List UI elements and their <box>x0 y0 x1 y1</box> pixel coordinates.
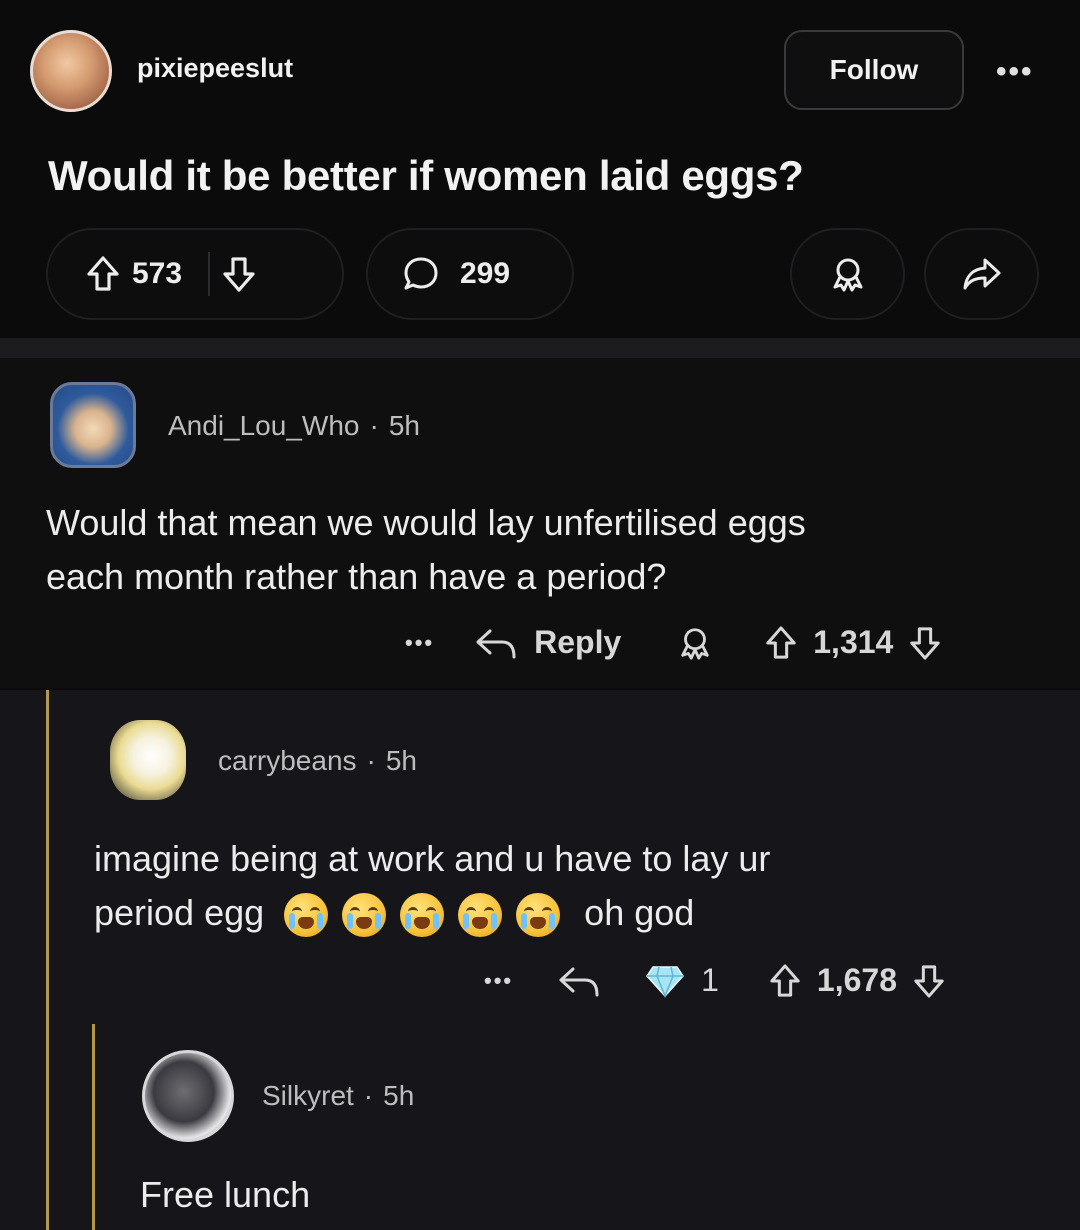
comments-button[interactable]: 299 <box>366 228 574 320</box>
vote-separator <box>208 252 211 296</box>
comment-score: 1,314 <box>813 624 894 660</box>
post-author-username[interactable]: pixiepeeslut <box>137 53 293 84</box>
comment-body: imagine being at work and u have to lay … <box>94 832 770 940</box>
comment-meta: Silkyret · 5h <box>262 1080 415 1111</box>
share-icon <box>962 256 1002 292</box>
crying-emoji-icon <box>284 893 329 938</box>
comment-bubble-icon <box>402 255 440 293</box>
comment-age: 5h <box>385 745 417 776</box>
post-score: 573 <box>132 257 183 290</box>
reply-arrow-icon[interactable] <box>474 625 518 661</box>
comment-meta: Andi_Lou_Who · 5h <box>168 410 420 441</box>
downvote-icon[interactable] <box>909 625 941 661</box>
comment-author-username[interactable]: carrybeans <box>218 745 357 776</box>
crying-emoji-icon <box>458 893 503 938</box>
post-more-options-icon[interactable]: ••• <box>996 55 1034 89</box>
crying-emoji-icon <box>342 893 387 938</box>
award-icon <box>829 255 867 293</box>
thread-line <box>92 1024 95 1230</box>
post-action-bar: 573 299 <box>0 228 1080 324</box>
reply-arrow-icon[interactable] <box>557 963 601 999</box>
comment-author-avatar[interactable] <box>142 1050 234 1142</box>
comment-body: Would that mean we would lay unfertilise… <box>46 502 806 597</box>
comment-body: Free lunch <box>140 1174 311 1215</box>
comment-age: 5h <box>383 1080 415 1111</box>
reply-button[interactable]: Reply <box>534 624 621 661</box>
comment-actions: ••• 1 1,678 <box>484 962 945 999</box>
downvote-icon[interactable] <box>222 255 256 293</box>
post-header: pixiepeeslut Follow ••• <box>0 0 1080 140</box>
comment-count: 299 <box>460 257 511 290</box>
crying-emoji-row <box>284 886 574 940</box>
follow-button[interactable]: Follow <box>784 30 964 110</box>
comment-author-avatar[interactable] <box>110 720 186 800</box>
comment-age: 5h <box>388 410 420 441</box>
diamond-award-icon[interactable] <box>645 964 685 998</box>
comment-actions: ••• Reply 1,314 <box>405 624 941 661</box>
thread-line <box>46 690 49 1230</box>
comment-more-icon[interactable]: ••• <box>484 968 513 994</box>
section-divider <box>0 338 1080 358</box>
award-count: 1 <box>701 962 719 998</box>
award-button[interactable] <box>790 228 905 320</box>
comment-score: 1,678 <box>816 962 897 998</box>
upvote-icon[interactable] <box>769 963 801 999</box>
comment-author-avatar[interactable] <box>50 382 136 468</box>
upvote-icon[interactable] <box>86 255 120 293</box>
crying-emoji-icon <box>400 893 445 938</box>
post-title: Would it be better if women laid eggs? <box>48 152 804 199</box>
comment-author-username[interactable]: Silkyret <box>262 1080 354 1111</box>
upvote-icon[interactable] <box>765 625 797 661</box>
vote-pill: 573 <box>46 228 344 320</box>
comment-meta: carrybeans · 5h <box>218 745 417 776</box>
comment-more-icon[interactable]: ••• <box>405 630 434 656</box>
share-button[interactable] <box>924 228 1039 320</box>
downvote-icon[interactable] <box>913 963 945 999</box>
post-author-avatar[interactable] <box>30 30 112 112</box>
award-icon[interactable] <box>677 625 713 661</box>
comment-author-username[interactable]: Andi_Lou_Who <box>168 410 359 441</box>
crying-emoji-icon <box>516 893 561 938</box>
